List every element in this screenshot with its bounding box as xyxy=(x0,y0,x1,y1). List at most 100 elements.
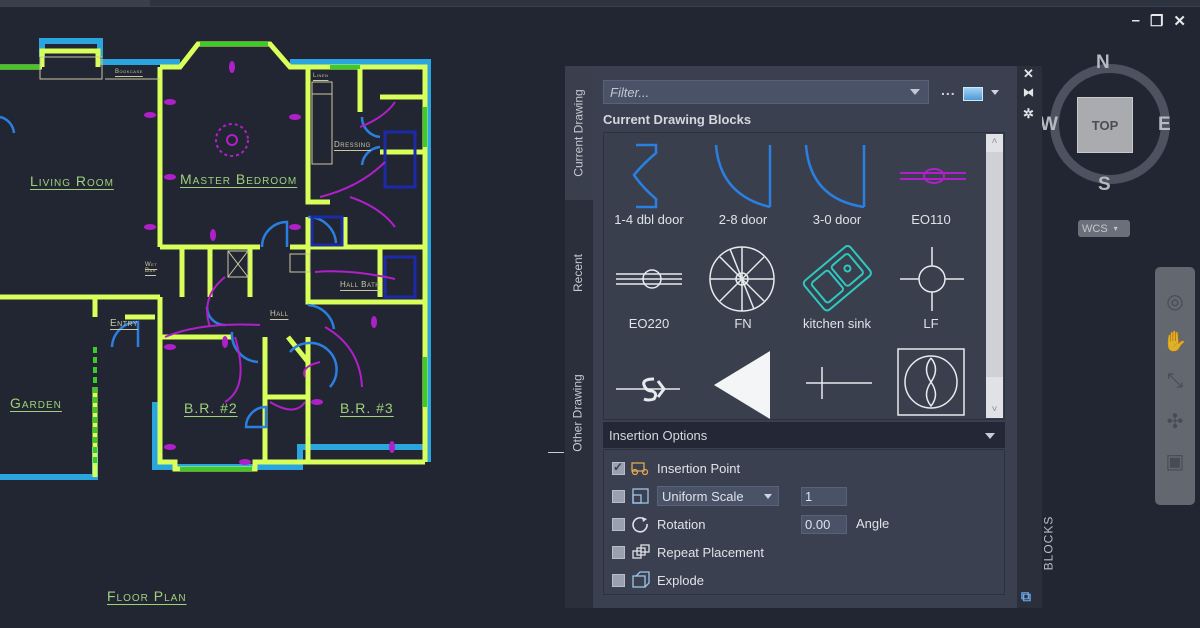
insertion-options-header[interactable]: Insertion Options xyxy=(603,422,1005,448)
compass-north[interactable]: N xyxy=(1096,52,1110,74)
repeat-placement-icon xyxy=(629,543,651,561)
door-icon xyxy=(714,144,772,209)
palette-title: BLOCKS xyxy=(1041,515,1056,571)
room-label-linen: Linen xyxy=(313,73,329,79)
chevron-down-icon xyxy=(764,494,772,499)
filter-placeholder: Filter... xyxy=(610,84,650,100)
blocks-palette-icon: ⧉ xyxy=(1021,588,1031,604)
light-fixture-icon xyxy=(900,247,964,311)
zoom-icon[interactable]: ⤡ xyxy=(1155,361,1195,401)
option-insertion-point: Insertion Point xyxy=(612,457,740,479)
rotation-icon xyxy=(629,515,651,533)
room-label-br3: B.R. #3 xyxy=(340,400,394,416)
blocks-gallery: 1-4 dbl door 2-8 door 3-0 door EO110 EO2… xyxy=(603,132,1005,420)
filter-dropdown-icon[interactable] xyxy=(910,89,920,95)
room-label-dressing: Dressing xyxy=(334,140,371,149)
compass-east[interactable]: E xyxy=(1158,114,1171,136)
block-item[interactable]: kitchen sink xyxy=(792,237,882,341)
tab-other-drawing[interactable]: Other Drawing xyxy=(565,346,591,480)
compass-west[interactable]: W xyxy=(1040,114,1058,136)
showmotion-icon[interactable]: ▣ xyxy=(1155,441,1195,481)
fan-icon xyxy=(709,246,775,312)
filter-input[interactable]: Filter... xyxy=(603,80,929,104)
scale-value-input[interactable]: 1 xyxy=(801,487,847,506)
scrollbar-thumb[interactable] xyxy=(986,152,1003,377)
insertion-point-icon xyxy=(629,459,651,477)
block-item[interactable]: EO110 xyxy=(886,133,976,237)
properties-gear-icon[interactable]: ✲ xyxy=(1023,106,1034,122)
thumbnail-view-icon[interactable] xyxy=(963,87,983,101)
option-rotation: Rotation xyxy=(612,513,705,535)
block-item[interactable]: LF xyxy=(886,237,976,341)
tab-recent[interactable]: Recent xyxy=(565,206,591,340)
room-label-hall: Hall xyxy=(270,309,289,318)
option-scale: Uniform Scale xyxy=(612,485,779,507)
angle-label: Angle xyxy=(856,516,890,531)
gallery-scrollbar[interactable]: ˄ ˅ xyxy=(986,134,1003,418)
scroll-up-icon[interactable]: ˄ xyxy=(986,134,1003,150)
scale-icon xyxy=(629,487,651,505)
block-item[interactable]: 2-8 door xyxy=(698,133,788,237)
close-button[interactable]: ✕ xyxy=(1173,12,1186,30)
collapse-icon[interactable] xyxy=(985,433,995,439)
repeat-placement-checkbox[interactable] xyxy=(612,545,625,559)
switch-icon xyxy=(616,377,680,402)
section-title: Current Drawing Blocks xyxy=(603,112,752,127)
outlet-eo110-icon xyxy=(900,168,966,184)
restore-button[interactable]: ❐ xyxy=(1150,12,1163,30)
viewport-window-controls: – ❐ ✕ xyxy=(1132,12,1186,30)
palette-main-panel: Filter... ... Current Drawing Blocks 1-4… xyxy=(593,66,1017,608)
tab-current-drawing[interactable]: Current Drawing xyxy=(565,66,593,200)
view-options-dropdown-icon[interactable] xyxy=(991,90,999,95)
drawing-title-floor-plan: Floor Plan xyxy=(107,588,187,604)
kitchen-sink-icon xyxy=(802,245,872,312)
room-label-bookcase: Bookcase xyxy=(115,69,143,75)
orbit-icon[interactable]: ✣ xyxy=(1155,401,1195,441)
block-item[interactable] xyxy=(792,341,882,419)
auto-hide-icon[interactable]: ⧓ xyxy=(1023,86,1034,99)
chevron-down-icon: ▾ xyxy=(1113,224,1118,233)
room-label-master-bedroom: Master Bedroom xyxy=(180,171,298,187)
room-label-entry: Entry xyxy=(110,318,139,329)
ucs-menu[interactable]: WCS ▾ xyxy=(1078,220,1130,237)
viewcube-face-top[interactable]: TOP xyxy=(1077,97,1133,153)
viewcube[interactable]: TOP N S E W xyxy=(1040,52,1171,195)
pan-icon[interactable]: ✋ xyxy=(1155,321,1195,361)
block-item[interactable] xyxy=(886,341,976,419)
insertion-point-checkbox[interactable] xyxy=(612,460,625,475)
browse-more-button[interactable]: ... xyxy=(941,82,956,98)
block-item[interactable]: 3-0 door xyxy=(792,133,882,237)
rotation-checkbox[interactable] xyxy=(612,517,625,531)
block-item[interactable] xyxy=(604,341,694,419)
scale-checkbox[interactable] xyxy=(612,489,625,503)
crosshair-mark-icon xyxy=(806,367,872,399)
outlet-eo220-icon xyxy=(616,269,682,289)
steering-wheel-icon[interactable]: ◎ xyxy=(1155,281,1195,321)
option-repeat-placement: Repeat Placement xyxy=(612,541,764,563)
door-icon xyxy=(804,144,866,209)
rotation-angle-input[interactable]: 0.00 xyxy=(801,515,847,534)
block-item[interactable]: FN xyxy=(698,237,788,341)
compass-south[interactable]: S xyxy=(1098,174,1111,196)
top-strip xyxy=(0,0,1200,7)
explode-icon xyxy=(629,571,651,589)
blocks-palette: Current Drawing Recent Other Drawing Fil… xyxy=(565,66,1055,608)
palette-title-bar[interactable]: ✕ ⧓ ✲ BLOCKS ⧉ xyxy=(1017,66,1055,608)
close-palette-icon[interactable]: ✕ xyxy=(1023,66,1034,82)
minimize-button[interactable]: – xyxy=(1132,12,1140,30)
scale-mode-select[interactable]: Uniform Scale xyxy=(657,486,779,506)
explode-checkbox[interactable] xyxy=(612,573,625,587)
option-explode: Explode xyxy=(612,569,704,591)
block-item[interactable]: EO220 xyxy=(604,237,694,341)
room-label-br2: B.R. #2 xyxy=(184,400,238,416)
triangle-marker-icon xyxy=(714,351,770,419)
dbl-door-icon xyxy=(632,143,658,209)
ucs-label: WCS xyxy=(1082,222,1108,235)
block-item[interactable]: 1-4 dbl door xyxy=(604,133,694,237)
exhaust-fan-icon xyxy=(897,348,965,416)
room-label-wet-bar: Wet Bar xyxy=(145,262,158,274)
insertion-options-panel: Insertion Point Uniform Scale 1 Rotation xyxy=(603,449,1005,595)
scroll-down-icon[interactable]: ˅ xyxy=(986,402,1003,418)
room-label-hall-bath: Hall Bath xyxy=(340,280,381,289)
block-item[interactable] xyxy=(698,341,788,419)
